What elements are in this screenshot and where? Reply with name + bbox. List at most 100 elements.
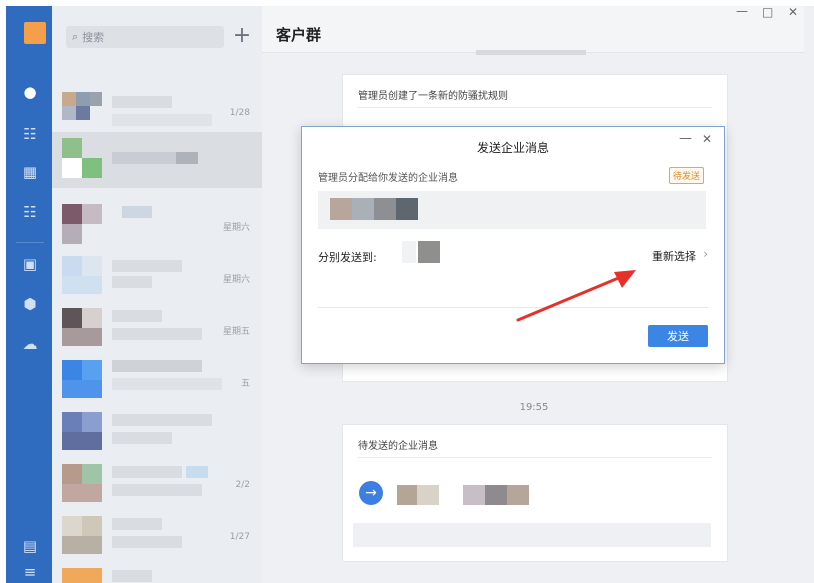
timestamp: 19:55 — [519, 402, 549, 413]
item-time: 星期五 — [222, 327, 250, 337]
image-thumb — [507, 485, 529, 505]
avatar — [62, 360, 102, 400]
list-item[interactable]: 1/27 — [52, 510, 262, 560]
image-thumb — [330, 198, 352, 220]
avatar — [62, 464, 102, 504]
divider — [358, 107, 712, 108]
card-title: 管理员创建了一条新的防骚扰规则 — [358, 91, 508, 102]
item-time: 五 — [240, 379, 250, 389]
dialog-title: 发送企业消息 — [476, 141, 549, 155]
list-item[interactable] — [52, 132, 262, 188]
image-thumb — [463, 485, 485, 505]
send-button[interactable]: 发送 — [648, 325, 708, 347]
cloud-icon[interactable]: ☁ — [20, 334, 40, 354]
avatar — [62, 516, 102, 556]
list-item[interactable]: 星期五 — [52, 302, 262, 352]
name-placeholder — [112, 414, 212, 426]
list-item[interactable]: 五 — [52, 354, 262, 404]
dialog-subtitle: 管理员分配给你发送的企业消息 — [318, 173, 458, 184]
preview-placeholder — [112, 328, 202, 340]
pending-message-card[interactable]: 待发送的企业消息 → — [342, 424, 728, 562]
name-placeholder — [112, 518, 162, 530]
maximize-button[interactable]: □ — [762, 5, 773, 19]
item-time: 2/2 — [235, 480, 250, 490]
workbench-icon[interactable]: ☷ — [20, 202, 40, 222]
avatar — [62, 92, 102, 132]
avatar — [62, 308, 102, 348]
preview-placeholder — [112, 114, 212, 126]
message-preview — [353, 523, 711, 547]
preview-placeholder — [112, 276, 152, 288]
image-thumb — [396, 198, 418, 220]
name-placeholder — [176, 152, 198, 164]
image-thumb — [485, 485, 507, 505]
avatar — [62, 138, 102, 178]
item-time: 星期六 — [222, 223, 250, 233]
avatar — [62, 568, 102, 583]
avatar — [62, 204, 102, 244]
preview-placeholder — [112, 536, 182, 548]
name-placeholder — [112, 260, 182, 272]
app-window: ● ☷ ▦ ☷ ▣ ⬢ ☁ ▤ ≡ ⌕ 搜索 + 1/28 星期六 星期六 星期… — [0, 0, 814, 583]
message-preview-box — [318, 191, 706, 229]
page-title: 客户群 — [276, 26, 322, 44]
name-placeholder — [186, 466, 208, 478]
nav-rail: ● ☷ ▦ ☷ ▣ ⬢ ☁ ▤ ≡ — [6, 6, 52, 583]
chevron-right-icon[interactable]: › — [703, 247, 708, 261]
close-button[interactable]: ✕ — [788, 5, 798, 19]
preview-placeholder — [112, 378, 222, 390]
list-item[interactable]: 2/2 — [52, 458, 262, 508]
conversation-list: ⌕ 搜索 + 1/28 星期六 星期六 星期五 五 2/2 1/27 — [52, 6, 262, 583]
image-thumb — [397, 485, 417, 505]
preview-placeholder — [112, 432, 172, 444]
avatar — [62, 256, 102, 296]
name-placeholder — [112, 466, 182, 478]
list-item[interactable] — [52, 406, 262, 456]
item-time: 1/27 — [229, 532, 250, 542]
divider — [358, 457, 712, 458]
list-item[interactable]: 星期六 — [52, 198, 262, 248]
list-item[interactable]: 1/28 — [52, 86, 262, 136]
minimize-button[interactable]: — — [736, 4, 748, 18]
chat-icon[interactable]: ● — [20, 82, 40, 102]
name-placeholder — [112, 310, 162, 322]
doc-icon[interactable]: ▣ — [20, 254, 40, 274]
calendar-icon[interactable]: ▦ — [20, 162, 40, 182]
red-arrow-annotation — [516, 270, 636, 322]
status-badge: 待发送 — [668, 167, 704, 184]
image-thumb — [374, 198, 396, 220]
reselect-link[interactable]: 重新选择 — [652, 248, 696, 264]
name-placeholder — [112, 570, 152, 582]
list-item[interactable] — [52, 562, 262, 583]
search-box[interactable]: ⌕ 搜索 — [66, 26, 224, 48]
send-to-label: 分别发送到: — [318, 251, 377, 264]
name-placeholder — [112, 96, 172, 108]
user-avatar[interactable] — [24, 22, 46, 44]
search-placeholder: 搜索 — [82, 31, 105, 44]
org-icon[interactable]: ☷ — [20, 124, 40, 144]
rail-divider — [16, 242, 44, 243]
avatar — [62, 412, 102, 452]
item-time: 星期六 — [222, 275, 250, 285]
list-item[interactable]: 星期六 — [52, 250, 262, 300]
search-icon: ⌕ — [72, 30, 79, 43]
image-thumb — [417, 485, 439, 505]
name-placeholder — [112, 360, 202, 372]
preview-placeholder — [112, 484, 202, 496]
timestamp-1-placeholder — [476, 50, 586, 55]
forward-arrow-icon: → — [359, 481, 383, 505]
card-title: 待发送的企业消息 — [358, 441, 438, 452]
arrow-shaft — [516, 272, 630, 322]
recipient-avatar — [402, 241, 416, 263]
box-icon[interactable]: ⬢ — [20, 294, 40, 314]
menu-icon[interactable]: ≡ — [20, 562, 40, 582]
chat-header: 客户群 — [262, 6, 804, 53]
dialog-close-button[interactable]: ✕ — [702, 132, 712, 146]
name-placeholder — [122, 206, 152, 218]
add-button[interactable]: + — [232, 24, 252, 48]
dialog-minimize-button[interactable]: — — [679, 131, 692, 146]
item-time: 1/28 — [229, 108, 250, 118]
image-thumb — [352, 198, 374, 220]
notes-icon[interactable]: ▤ — [20, 536, 40, 556]
recipient-avatar — [418, 241, 440, 263]
